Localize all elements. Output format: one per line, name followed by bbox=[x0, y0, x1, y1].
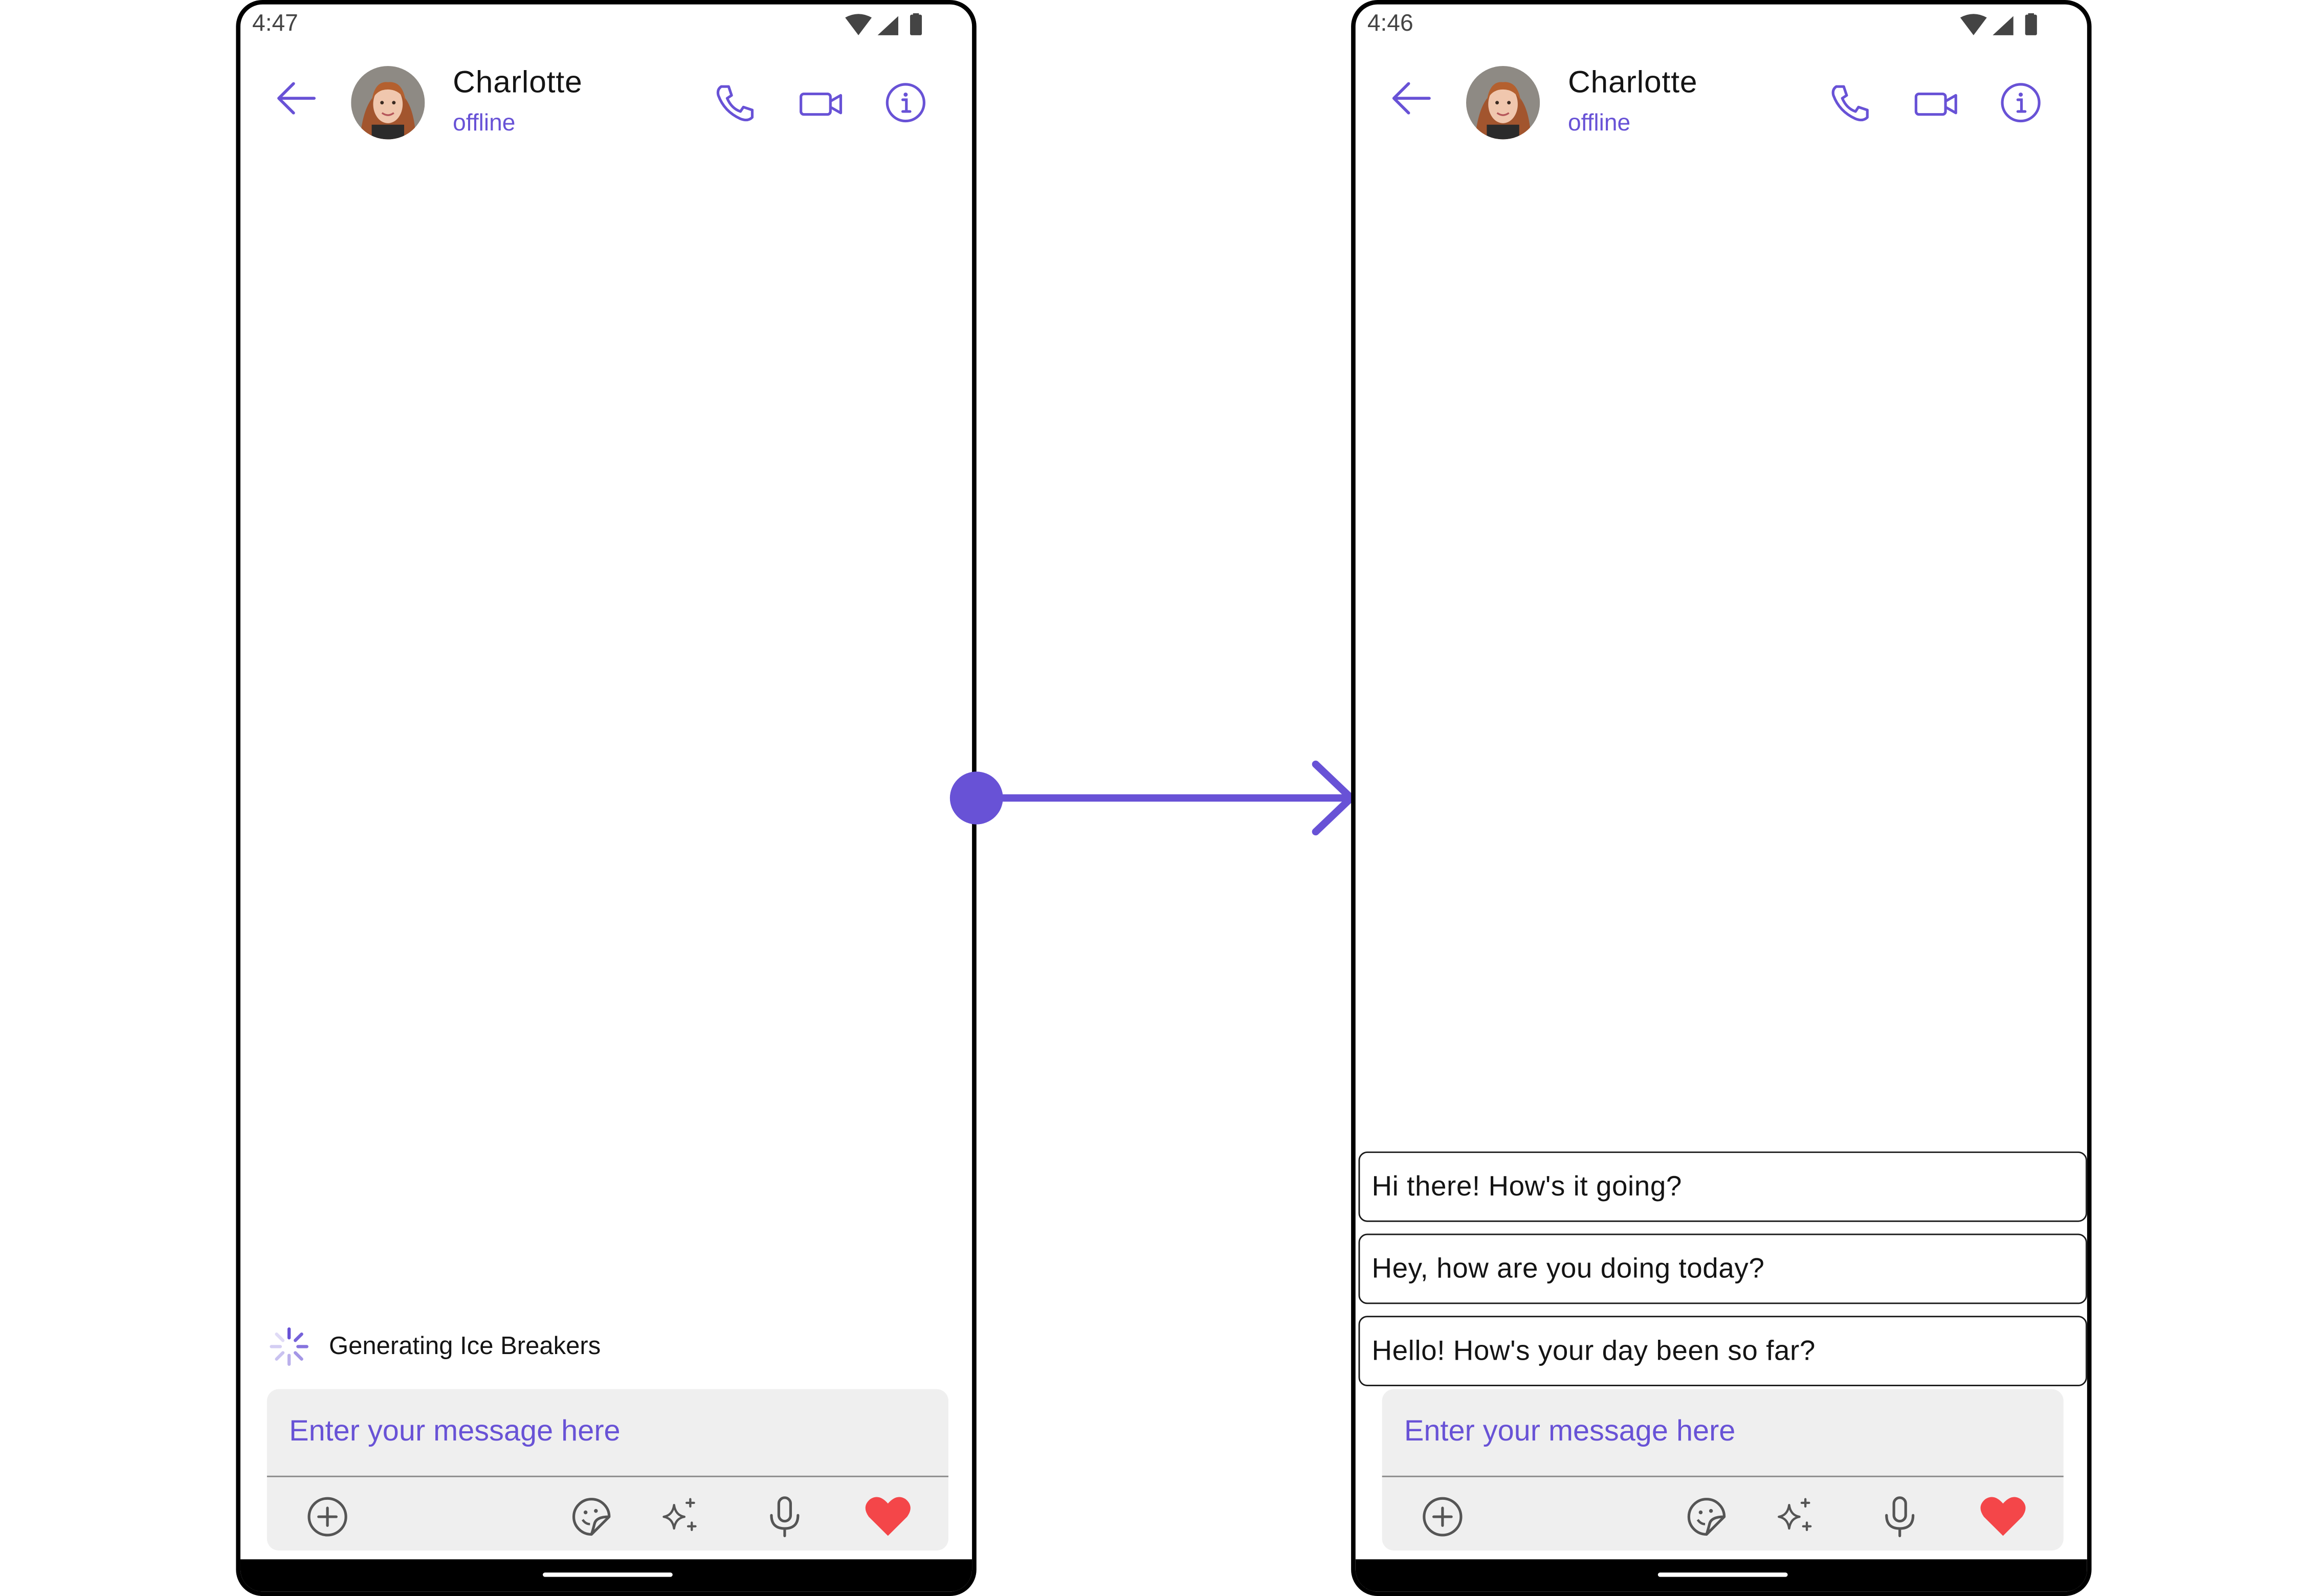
phone-screen-ice-breakers: 4:46 Charlotte offline Hi there! How's i… bbox=[1351, 0, 2092, 1596]
video-call-icon[interactable] bbox=[1913, 83, 1960, 124]
info-icon[interactable] bbox=[1999, 81, 2043, 125]
ai-sparkle-icon[interactable] bbox=[1775, 1495, 1816, 1536]
system-nav-bar bbox=[1355, 1559, 2087, 1592]
status-icons bbox=[845, 13, 922, 35]
generating-indicator: Generating Ice Breakers bbox=[267, 1322, 945, 1371]
sticker-icon[interactable] bbox=[1685, 1495, 1729, 1539]
voice-call-icon[interactable] bbox=[1827, 81, 1871, 125]
video-call-icon[interactable] bbox=[798, 83, 845, 124]
add-attachment-icon[interactable] bbox=[305, 1495, 349, 1539]
contact-status: offline bbox=[1567, 111, 1631, 137]
ice-breaker-item[interactable]: Hello! How's your day been so far? bbox=[1358, 1316, 2087, 1386]
transition-arrow bbox=[949, 760, 1355, 836]
wifi-icon bbox=[1960, 14, 1987, 35]
signal-icon bbox=[1993, 16, 2014, 35]
battery-icon bbox=[910, 14, 922, 35]
generating-label: Generating Ice Breakers bbox=[328, 1332, 601, 1360]
ice-breaker-item[interactable]: Hi there! How's it going? bbox=[1358, 1151, 2087, 1222]
battery-icon bbox=[2025, 14, 2037, 35]
ice-breaker-item[interactable]: Hey, how are you doing today? bbox=[1358, 1233, 2087, 1304]
status-bar: 4:47 bbox=[240, 5, 972, 49]
info-icon[interactable] bbox=[883, 81, 927, 125]
home-indicator[interactable] bbox=[543, 1572, 673, 1577]
back-arrow-icon[interactable] bbox=[273, 75, 320, 122]
message-input[interactable] bbox=[267, 1389, 948, 1477]
loading-spinner-icon bbox=[270, 1327, 308, 1366]
microphone-icon[interactable] bbox=[1880, 1495, 1919, 1539]
avatar[interactable] bbox=[351, 66, 425, 140]
wifi-icon bbox=[845, 14, 872, 35]
status-time: 4:46 bbox=[1367, 11, 1413, 37]
chat-header: Charlotte offline bbox=[1356, 49, 2087, 166]
phone-screen-generating: 4:47 Charlotte offline Generating Ice Br… bbox=[236, 0, 977, 1596]
add-attachment-icon[interactable] bbox=[1421, 1495, 1465, 1539]
avatar[interactable] bbox=[1466, 66, 1540, 140]
sticker-icon[interactable] bbox=[569, 1495, 613, 1539]
contact-name: Charlotte bbox=[453, 66, 583, 100]
ai-sparkle-icon[interactable] bbox=[659, 1495, 701, 1536]
back-arrow-icon[interactable] bbox=[1388, 75, 1435, 122]
contact-status: offline bbox=[453, 111, 516, 137]
message-composer bbox=[1382, 1389, 2064, 1551]
heart-icon[interactable] bbox=[863, 1495, 913, 1539]
signal-icon bbox=[877, 16, 898, 35]
message-input[interactable] bbox=[1382, 1389, 2064, 1477]
voice-call-icon[interactable] bbox=[713, 81, 757, 125]
chat-header: Charlotte offline bbox=[240, 49, 972, 166]
comparison-stage: 4:47 Charlotte offline Generating Ice Br… bbox=[0, 0, 2301, 1596]
status-bar: 4:46 bbox=[1356, 5, 2087, 49]
system-nav-bar bbox=[240, 1559, 972, 1592]
microphone-icon[interactable] bbox=[765, 1495, 804, 1539]
home-indicator[interactable] bbox=[1657, 1572, 1788, 1577]
status-icons bbox=[1960, 13, 2037, 35]
contact-name: Charlotte bbox=[1567, 66, 1698, 100]
heart-icon[interactable] bbox=[1978, 1495, 2028, 1539]
message-composer bbox=[267, 1389, 948, 1551]
status-time: 4:47 bbox=[252, 11, 298, 37]
